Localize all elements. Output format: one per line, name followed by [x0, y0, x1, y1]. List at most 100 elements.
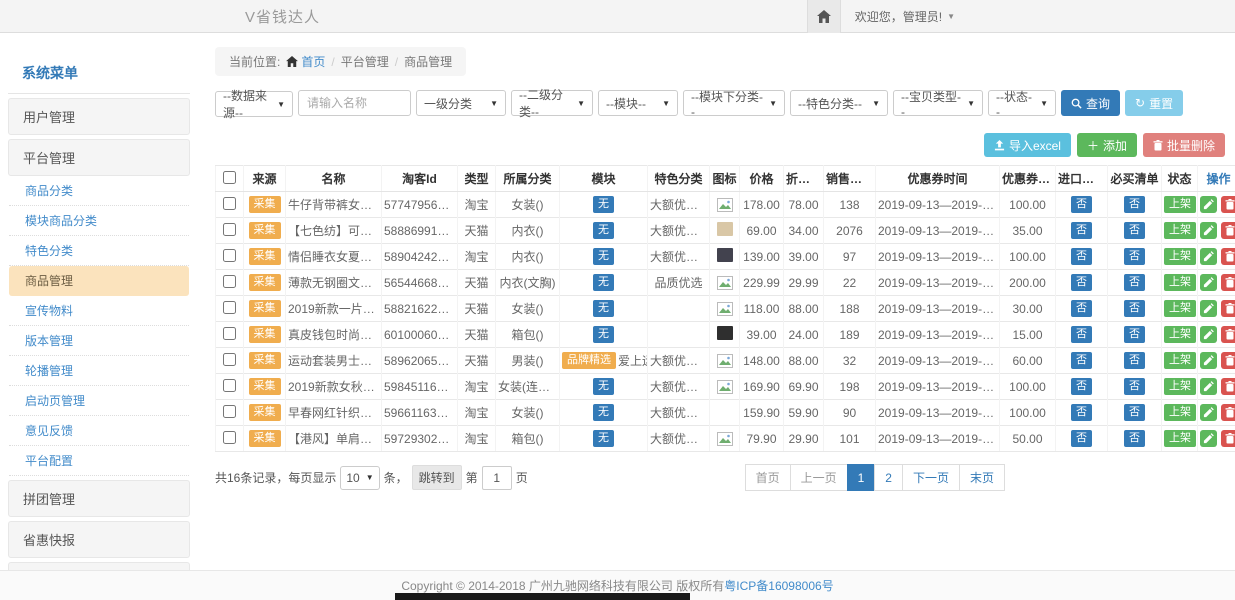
- row-checkbox[interactable]: [223, 379, 236, 392]
- filter-select-2[interactable]: --二级分类--▼: [511, 90, 593, 116]
- sidebar-item-link[interactable]: 消息管理: [8, 562, 190, 570]
- jump-page-input[interactable]: [482, 466, 512, 490]
- delete-button[interactable]: [1221, 300, 1235, 317]
- must-buy-toggle[interactable]: 否: [1124, 248, 1145, 264]
- must-buy-toggle[interactable]: 否: [1124, 352, 1145, 368]
- filter-select-7[interactable]: --状态--▼: [988, 90, 1056, 116]
- delete-button[interactable]: [1221, 196, 1235, 213]
- must-buy-toggle[interactable]: 否: [1124, 274, 1145, 290]
- sidebar-item-link[interactable]: 平台配置: [9, 446, 189, 476]
- jump-button[interactable]: 跳转到: [412, 465, 462, 490]
- delete-button[interactable]: [1221, 274, 1235, 291]
- must-buy-toggle[interactable]: 否: [1124, 326, 1145, 342]
- row-checkbox[interactable]: [223, 223, 236, 236]
- status-toggle[interactable]: 上架: [1164, 222, 1196, 238]
- delete-button[interactable]: [1221, 326, 1235, 343]
- sidebar-item-link[interactable]: 意见反馈: [9, 416, 189, 446]
- row-checkbox[interactable]: [223, 405, 236, 418]
- filter-select-4[interactable]: --模块下分类--▼: [683, 90, 785, 116]
- status-toggle[interactable]: 上架: [1164, 404, 1196, 420]
- row-checkbox[interactable]: [223, 431, 236, 444]
- filter-select-0[interactable]: --数据来源--▼: [215, 91, 293, 117]
- delete-button[interactable]: [1221, 378, 1235, 395]
- breadcrumb-home-link[interactable]: 首页: [286, 53, 325, 70]
- row-checkbox[interactable]: [223, 275, 236, 288]
- sidebar-item-link[interactable]: 宣传物料: [9, 296, 189, 326]
- sidebar-item-link[interactable]: 特色分类: [9, 236, 189, 266]
- row-checkbox[interactable]: [223, 197, 236, 210]
- import-select-toggle[interactable]: 否: [1071, 352, 1092, 368]
- status-toggle[interactable]: 上架: [1164, 196, 1196, 212]
- edit-button[interactable]: [1200, 222, 1217, 239]
- batch-delete-button[interactable]: 批量删除: [1143, 133, 1225, 157]
- must-buy-toggle[interactable]: 否: [1124, 196, 1145, 212]
- delete-button[interactable]: [1221, 248, 1235, 265]
- sidebar-item-link[interactable]: 商品分类: [9, 176, 189, 206]
- edit-button[interactable]: [1200, 404, 1217, 421]
- import-select-toggle[interactable]: 否: [1071, 196, 1092, 212]
- import-select-toggle[interactable]: 否: [1071, 274, 1092, 290]
- must-buy-toggle[interactable]: 否: [1124, 222, 1145, 238]
- sidebar-item-link[interactable]: 版本管理: [9, 326, 189, 356]
- page-button-1[interactable]: 1: [847, 464, 876, 491]
- filter-select-6[interactable]: --宝贝类型--▼: [893, 90, 983, 116]
- sidebar-item-link[interactable]: 启动页管理: [9, 386, 189, 416]
- filter-select-5[interactable]: --特色分类--▼: [790, 90, 888, 116]
- status-toggle[interactable]: 上架: [1164, 248, 1196, 264]
- page-button-末页[interactable]: 末页: [959, 464, 1005, 491]
- sidebar-item-active[interactable]: 商品管理: [9, 266, 189, 296]
- home-button[interactable]: [807, 0, 841, 33]
- name-search-input[interactable]: [298, 90, 411, 116]
- delete-button[interactable]: [1221, 404, 1235, 421]
- row-checkbox[interactable]: [223, 327, 236, 340]
- must-buy-toggle[interactable]: 否: [1124, 300, 1145, 316]
- status-toggle[interactable]: 上架: [1164, 352, 1196, 368]
- sidebar-item-link[interactable]: 平台管理: [8, 139, 190, 176]
- import-select-toggle[interactable]: 否: [1071, 430, 1092, 446]
- sidebar-item-link[interactable]: 拼团管理: [8, 480, 190, 517]
- must-buy-toggle[interactable]: 否: [1124, 430, 1145, 446]
- add-button[interactable]: ＋ 添加: [1077, 133, 1137, 157]
- edit-button[interactable]: [1200, 378, 1217, 395]
- row-checkbox[interactable]: [223, 249, 236, 262]
- sidebar-item-link[interactable]: 轮播管理: [9, 356, 189, 386]
- sidebar-item-link[interactable]: 用户管理: [8, 98, 190, 135]
- must-buy-toggle[interactable]: 否: [1124, 378, 1145, 394]
- edit-button[interactable]: [1200, 248, 1217, 265]
- status-toggle[interactable]: 上架: [1164, 274, 1196, 290]
- import-select-toggle[interactable]: 否: [1071, 326, 1092, 342]
- row-checkbox[interactable]: [223, 301, 236, 314]
- status-toggle[interactable]: 上架: [1164, 430, 1196, 446]
- user-menu[interactable]: 欢迎您，管理员! ▼: [841, 0, 955, 33]
- select-all-checkbox[interactable]: [223, 171, 236, 184]
- page-button-2[interactable]: 2: [874, 464, 903, 491]
- edit-button[interactable]: [1200, 196, 1217, 213]
- page-button-下一页[interactable]: 下一页: [902, 464, 960, 491]
- filter-select-3[interactable]: --模块--▼: [598, 90, 678, 116]
- filter-select-1[interactable]: 一级分类▼: [416, 90, 506, 116]
- status-toggle[interactable]: 上架: [1164, 378, 1196, 394]
- status-toggle[interactable]: 上架: [1164, 300, 1196, 316]
- reset-button[interactable]: ↻ 重置: [1125, 90, 1183, 116]
- import-excel-button[interactable]: 导入excel: [984, 133, 1071, 157]
- row-checkbox[interactable]: [223, 353, 236, 366]
- delete-button[interactable]: [1221, 222, 1235, 239]
- must-buy-toggle[interactable]: 否: [1124, 404, 1145, 420]
- edit-button[interactable]: [1200, 274, 1217, 291]
- delete-button[interactable]: [1221, 430, 1235, 447]
- import-select-toggle[interactable]: 否: [1071, 378, 1092, 394]
- sidebar-item-link[interactable]: 省惠快报: [8, 521, 190, 558]
- edit-button[interactable]: [1200, 326, 1217, 343]
- delete-button[interactable]: [1221, 352, 1235, 369]
- import-select-toggle[interactable]: 否: [1071, 248, 1092, 264]
- edit-button[interactable]: [1200, 300, 1217, 317]
- edit-button[interactable]: [1200, 430, 1217, 447]
- per-page-select[interactable]: 10 ▼: [340, 466, 379, 490]
- edit-button[interactable]: [1200, 352, 1217, 369]
- import-select-toggle[interactable]: 否: [1071, 404, 1092, 420]
- sidebar-item-link[interactable]: 模块商品分类: [9, 206, 189, 236]
- icp-link[interactable]: 粤ICP备16098006号: [724, 577, 833, 594]
- query-button[interactable]: 查询: [1061, 90, 1120, 116]
- import-select-toggle[interactable]: 否: [1071, 222, 1092, 238]
- import-select-toggle[interactable]: 否: [1071, 300, 1092, 316]
